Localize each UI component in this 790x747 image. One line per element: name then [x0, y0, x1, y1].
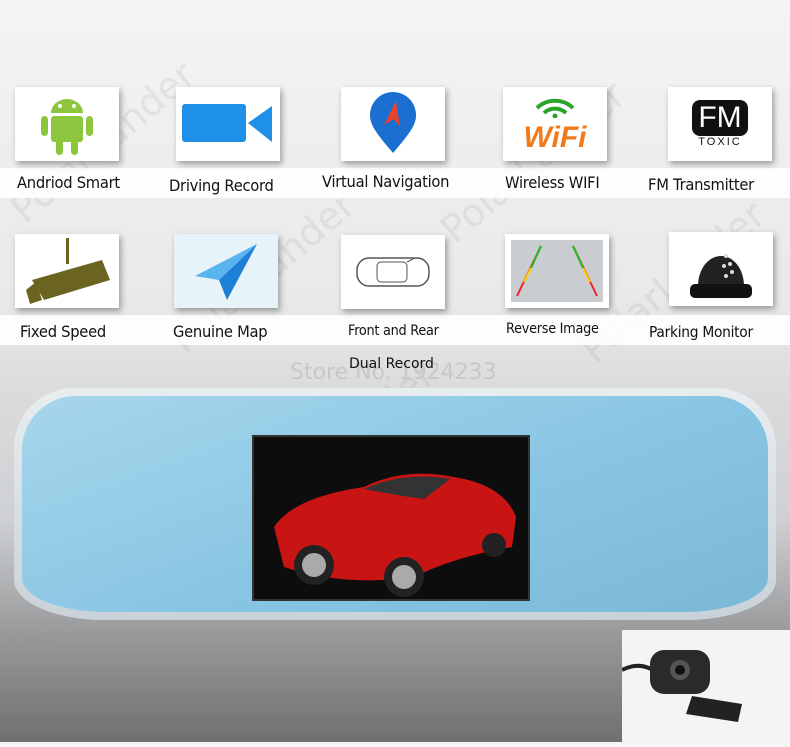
feature-label: Driving Record — [169, 176, 274, 195]
feature-label: Andriod Smart — [17, 173, 120, 192]
android-icon — [15, 87, 119, 161]
fm-sub-text: TOXIC — [698, 136, 742, 148]
paper-plane-icon — [174, 234, 278, 308]
map-pin-icon — [341, 87, 445, 161]
wifi-icon: WiFi — [503, 87, 607, 161]
feature-label: Genuine Map — [173, 322, 268, 341]
mirror-screen-car-image — [252, 435, 530, 601]
parking-guide-icon — [505, 234, 609, 308]
dual-record-label: Dual Record — [349, 356, 434, 372]
speed-camera-icon — [15, 234, 119, 308]
fm-text: FM — [692, 100, 748, 136]
feature-label: Parking Monitor — [649, 323, 753, 341]
video-camera-icon — [176, 87, 280, 161]
feature-label: Fixed Speed — [20, 322, 106, 341]
wifi-text: WiFi — [523, 120, 587, 154]
feature-label: FM Transmitter — [648, 175, 754, 194]
rear-camera-image — [621, 630, 790, 742]
feature-label: Virtual Navigation — [322, 172, 450, 191]
dome-camera-icon — [669, 232, 773, 306]
feature-label: Wireless WIFI — [505, 173, 600, 192]
car-top-view-icon — [341, 235, 445, 309]
fm-icon: FM TOXIC — [668, 87, 772, 161]
feature-label: Reverse Image — [506, 321, 599, 337]
feature-label: Front and Rear — [348, 323, 439, 339]
